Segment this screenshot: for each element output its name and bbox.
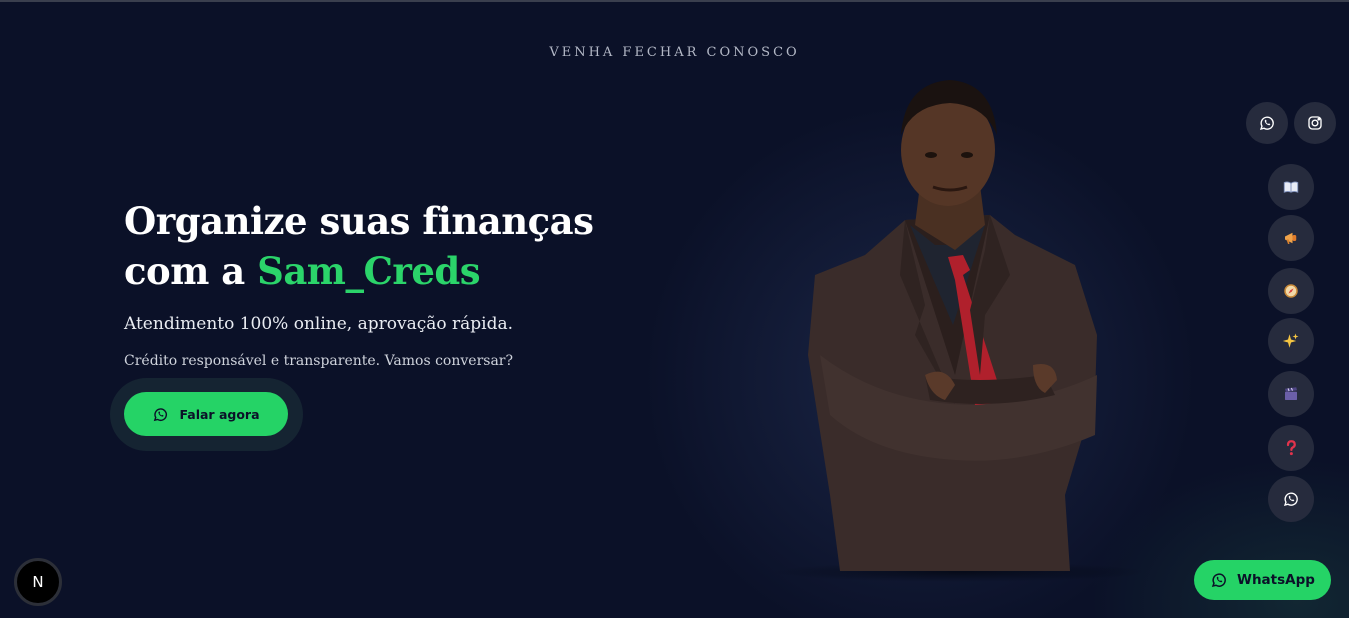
book-icon (1282, 178, 1300, 196)
sparkles-icon (1282, 332, 1300, 350)
whatsapp-icon (152, 406, 169, 423)
whatsapp-icon (1210, 571, 1228, 589)
whatsapp-social-button[interactable] (1246, 102, 1288, 144)
question-icon (1282, 439, 1300, 457)
rail-button-clapper[interactable] (1268, 371, 1314, 417)
top-border (0, 0, 1349, 2)
talk-now-button[interactable]: Falar agora (124, 392, 288, 436)
talk-now-label: Falar agora (179, 406, 260, 422)
dev-tools-badge[interactable]: N (14, 558, 62, 606)
brand-name: Sam_Creds (257, 249, 481, 293)
whatsapp-icon (1282, 490, 1300, 508)
rail-button-sparkles[interactable] (1268, 318, 1314, 364)
rail-button-compass[interactable] (1268, 268, 1314, 314)
whatsapp-float-button[interactable]: WhatsApp (1194, 560, 1331, 600)
whatsapp-float-label: WhatsApp (1237, 572, 1315, 588)
hero-headline: Organize suas finanças com a Sam_Creds (124, 196, 664, 296)
whatsapp-icon (1258, 114, 1276, 132)
clapper-icon (1282, 385, 1300, 403)
instagram-icon (1306, 114, 1324, 132)
headline-prefix: com a (124, 249, 258, 293)
hero-lead: Atendimento 100% online, aprovação rápid… (124, 314, 514, 334)
eyebrow-text: VENHA FECHAR CONOSCO (549, 45, 800, 60)
rail-button-book[interactable] (1268, 164, 1314, 210)
hero-section: Organize suas finanças com a Sam_Creds A… (124, 196, 664, 369)
hero-subtext: Crédito responsável e transparente. Vamo… (124, 353, 513, 369)
portrait-image (808, 80, 1097, 571)
dev-badge-label: N (32, 573, 44, 591)
headline-line-1: Organize suas finanças (124, 199, 594, 243)
rail-button-whatsapp[interactable] (1268, 476, 1314, 522)
rail-button-megaphone[interactable] (1268, 215, 1314, 261)
compass-icon (1282, 282, 1300, 300)
megaphone-icon (1282, 229, 1300, 247)
instagram-social-button[interactable] (1294, 102, 1336, 144)
rail-button-help[interactable] (1268, 425, 1314, 471)
